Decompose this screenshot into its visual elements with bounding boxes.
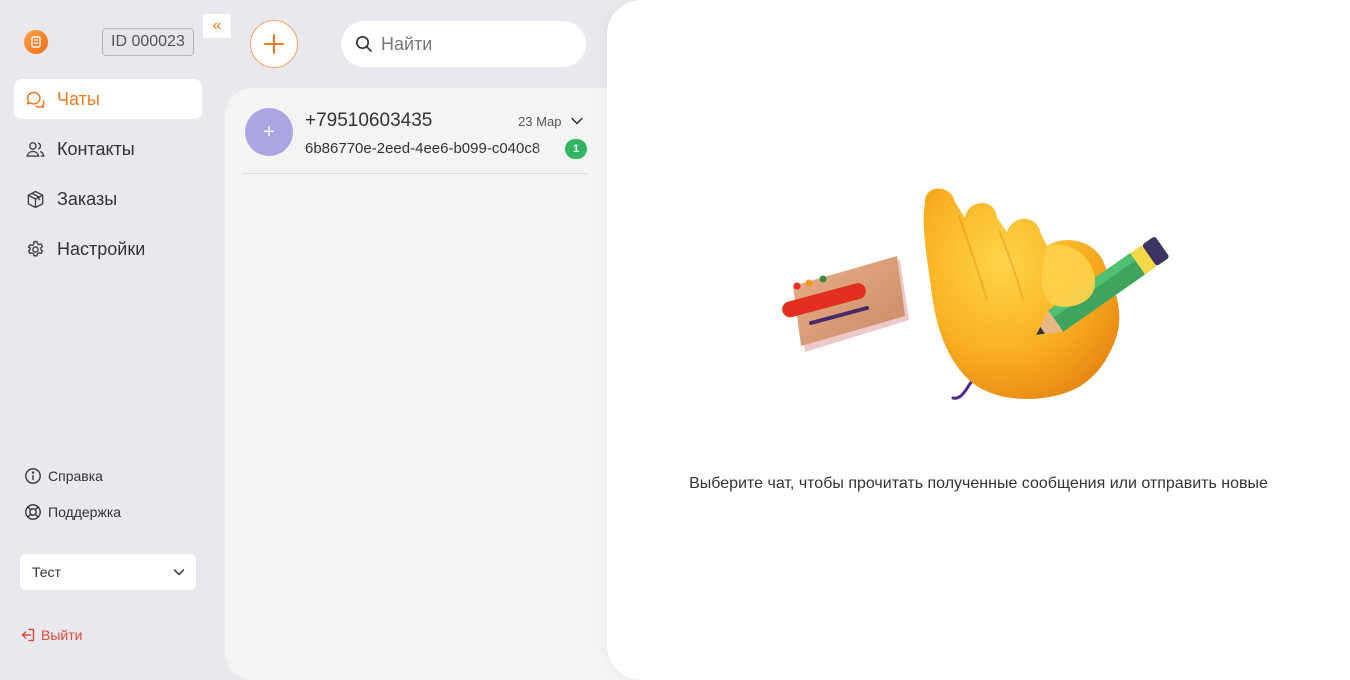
chat-icon <box>24 88 46 110</box>
unread-badge: 1 <box>565 139 587 159</box>
sidebar: ID 000023 « Чаты Контакты Заказы Настрой… <box>0 0 231 680</box>
nav-item-settings[interactable]: Настройки <box>14 229 202 269</box>
chat-title: +79510603435 <box>305 110 433 131</box>
support-link[interactable]: Поддержка <box>24 503 214 521</box>
logo-icon <box>31 36 41 48</box>
chat-list: + +79510603435 23 Мар 6b86770e-2eed-4ee6… <box>225 88 645 680</box>
nav-item-label: Чаты <box>57 88 100 109</box>
chat-list-header <box>225 0 607 88</box>
account-id: ID 000023 <box>102 28 194 56</box>
search-icon <box>355 35 372 52</box>
logout-button[interactable]: Выйти <box>20 627 82 643</box>
logout-icon <box>21 628 35 642</box>
hand-writing-illustration <box>782 188 1169 400</box>
nav-item-label: Настройки <box>57 238 146 259</box>
gear-icon <box>24 238 46 260</box>
search-box <box>341 21 586 67</box>
app-logo[interactable] <box>24 30 48 54</box>
contacts-icon <box>24 138 46 160</box>
chevron-down-icon <box>173 569 185 576</box>
empty-state-message: Выберите чат, чтобы прочитать полученные… <box>689 475 1268 492</box>
chat-view-empty: Выберите чат, чтобы прочитать полученные… <box>607 0 1350 680</box>
avatar: + <box>245 108 293 156</box>
help-link[interactable]: Справка <box>24 467 214 485</box>
support-label: Поддержка <box>48 504 122 520</box>
nav-item-chats[interactable]: Чаты <box>14 79 202 119</box>
search-input[interactable] <box>381 33 571 55</box>
company-select-value: Тест <box>32 564 61 580</box>
company-select[interactable]: Тест <box>20 554 196 590</box>
lifebuoy-icon <box>24 503 42 521</box>
chat-preview: 6b86770e-2eed-4ee6-b099-c040c8 <box>305 140 541 157</box>
double-chevron-left-icon: « <box>212 17 222 34</box>
info-icon <box>24 467 42 485</box>
chat-list-item[interactable]: + +79510603435 23 Мар 6b86770e-2eed-4ee6… <box>242 100 588 174</box>
chevron-down-icon[interactable] <box>570 114 584 128</box>
nav-item-label: Контакты <box>57 138 135 159</box>
box-icon <box>24 188 46 210</box>
nav-item-contacts[interactable]: Контакты <box>14 129 202 169</box>
nav-item-label: Заказы <box>57 188 118 209</box>
help-label: Справка <box>48 468 103 484</box>
logout-label: Выйти <box>41 627 83 643</box>
nav-item-orders[interactable]: Заказы <box>14 179 202 219</box>
main-nav: Чаты Контакты Заказы Настройки <box>14 79 202 279</box>
plus-icon <box>264 34 284 54</box>
new-chat-button[interactable] <box>250 20 298 68</box>
chat-date: 23 Мар <box>518 114 562 129</box>
